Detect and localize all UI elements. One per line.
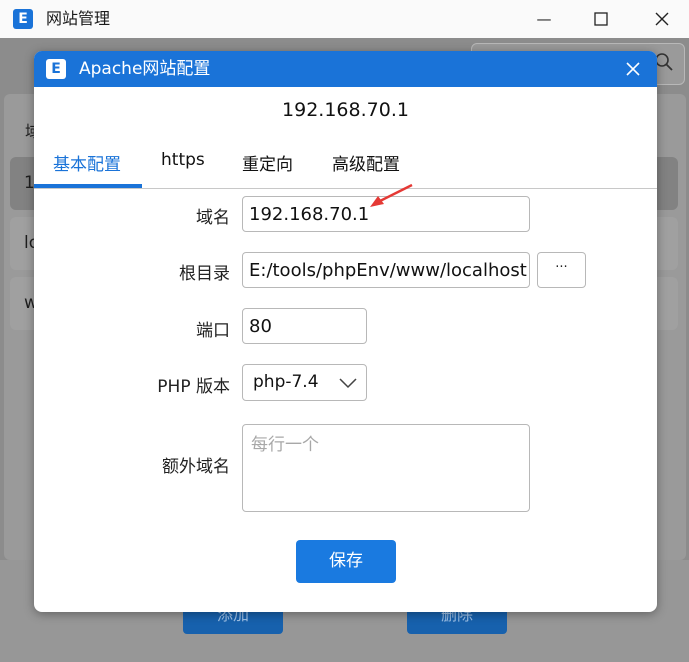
php-version-select[interactable]: php-7.4 xyxy=(242,364,367,401)
port-field[interactable] xyxy=(242,308,367,344)
save-button[interactable]: 保存 xyxy=(296,540,396,583)
background-titlebar: E 网站管理 — xyxy=(0,0,689,38)
dialog-host-heading: 192.168.70.1 xyxy=(282,99,409,121)
root-dir-field[interactable] xyxy=(242,252,530,288)
chevron-down-icon xyxy=(339,378,357,389)
close-icon[interactable] xyxy=(623,59,643,79)
app-logo-icon: E xyxy=(46,59,66,79)
port-label: 端口 xyxy=(196,321,230,341)
close-icon xyxy=(655,12,669,26)
php-version-value: php-7.4 xyxy=(253,372,319,392)
tab-basic[interactable]: 基本配置 xyxy=(53,150,121,175)
domain-label: 域名 xyxy=(196,208,230,228)
dialog-titlebar: E Apache网站配置 xyxy=(34,51,657,87)
annotation-arrow xyxy=(370,183,413,207)
root-dir-label: 根目录 xyxy=(179,264,230,284)
apache-config-dialog: E Apache网站配置 192.168.70.1 基本配置 https 重定向… xyxy=(34,51,657,612)
extra-domains-field[interactable] xyxy=(242,424,530,512)
maximize-button[interactable] xyxy=(589,8,613,30)
browse-button[interactable]: ··· xyxy=(537,252,586,288)
active-tab-indicator xyxy=(34,184,142,188)
search-icon xyxy=(655,53,673,71)
background-window-title: 网站管理 xyxy=(46,9,111,28)
php-version-label: PHP 版本 xyxy=(157,377,230,397)
app-logo-icon: E xyxy=(13,9,33,29)
maximize-icon xyxy=(594,12,608,26)
extra-domains-label: 额外域名 xyxy=(162,457,230,477)
config-tabs: 基本配置 https 重定向 高级配置 xyxy=(34,148,657,189)
dialog-title: Apache网站配置 xyxy=(79,59,211,79)
tab-https[interactable]: https xyxy=(161,150,205,170)
window-close-button[interactable] xyxy=(650,8,674,30)
tab-redirect[interactable]: 重定向 xyxy=(242,150,293,175)
minimize-button[interactable]: — xyxy=(532,8,556,30)
tab-advanced[interactable]: 高级配置 xyxy=(332,150,400,175)
